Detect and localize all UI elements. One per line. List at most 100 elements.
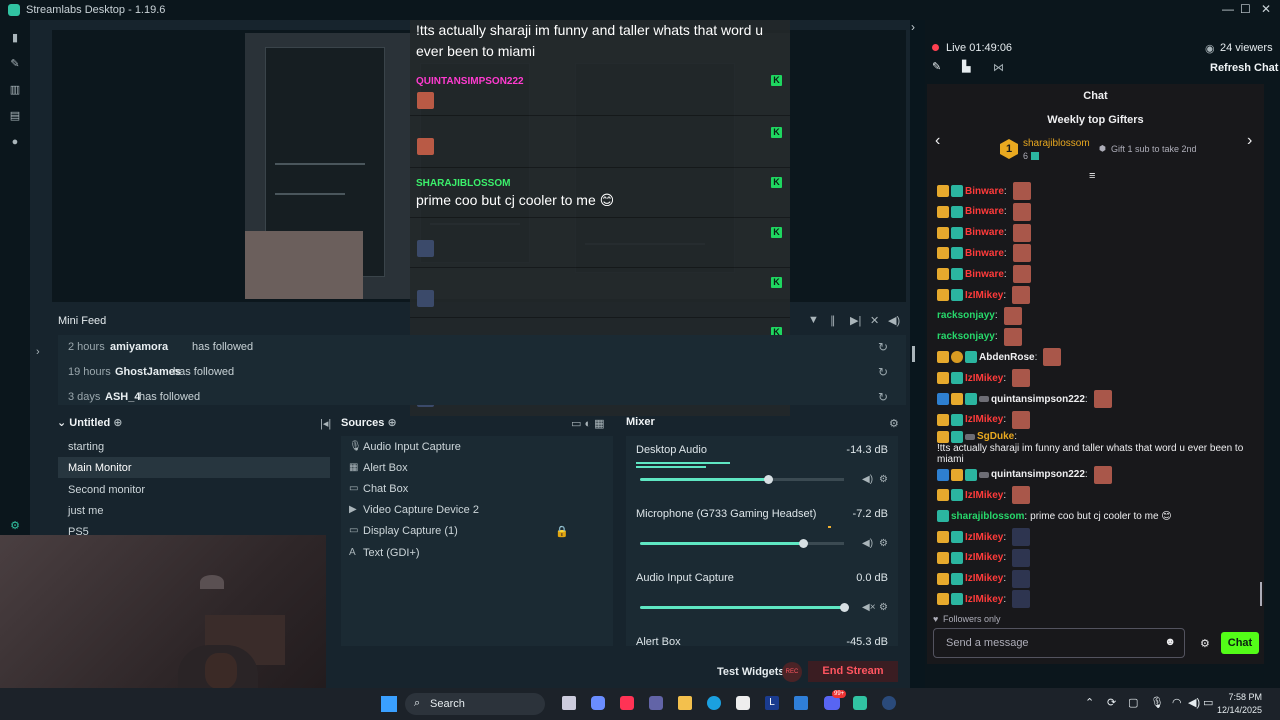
scene-item[interactable]: just me	[58, 500, 330, 521]
source-item[interactable]: ▭ Chat Box	[343, 479, 613, 500]
chat-scrollbar[interactable]	[1260, 582, 1262, 606]
replay-icon[interactable]: ↻	[878, 340, 888, 354]
replay-icon[interactable]: ↻	[878, 390, 888, 404]
source-item[interactable]: A Text (GDI+)	[343, 543, 613, 564]
speaker-icon[interactable]: ◀)	[862, 474, 873, 485]
chat-username[interactable]: IzIMikey	[965, 373, 1003, 384]
expand-chevron-icon[interactable]: ›	[36, 346, 40, 358]
help-icon[interactable]: ⚙	[9, 520, 21, 532]
recordings-icon[interactable]: ●	[9, 136, 21, 148]
volume-icon[interactable]: ◀)	[888, 314, 900, 327]
editor-icon[interactable]: ▮	[9, 32, 21, 44]
slider-knob[interactable]	[840, 603, 849, 612]
chat-username[interactable]: sharajiblossom	[951, 511, 1024, 522]
scene-item-selected[interactable]: Main Monitor	[58, 457, 330, 478]
tray-app-icon[interactable]: ▢	[1128, 696, 1138, 709]
channel-settings-icon[interactable]: ⚙	[879, 474, 888, 485]
source-item[interactable]: ▭ Display Capture (1) 🔒	[343, 521, 613, 542]
scenes-dropdown[interactable]: ⌄ Untitled ⊕	[57, 416, 123, 429]
send-message-input[interactable]: Send a message ☻	[933, 628, 1185, 658]
slider-knob[interactable]	[764, 475, 773, 484]
add-scene-icon[interactable]: ⊕	[113, 417, 122, 429]
test-widgets-button[interactable]: Test Widgets	[717, 666, 785, 678]
source-item[interactable]: 🎙 Audio Input Capture	[343, 437, 613, 458]
channel-settings-icon[interactable]: ⚙	[879, 602, 888, 613]
chat-username[interactable]: IzIMikey	[965, 573, 1003, 584]
chat-username[interactable]: quintansimpson222	[991, 469, 1085, 480]
streamlabs-taskbar-icon[interactable]	[853, 696, 867, 710]
store-app-icon[interactable]	[736, 696, 750, 710]
speaker-tray-icon[interactable]: ◀)	[1188, 696, 1200, 709]
themes-icon[interactable]: ✎	[9, 58, 21, 70]
edge-icon[interactable]	[707, 696, 721, 710]
chat-username[interactable]: racksonjayy	[937, 310, 995, 321]
microphone-tray-icon[interactable]: 🎙	[1150, 696, 1164, 709]
chat-username[interactable]: IzIMikey	[965, 414, 1003, 425]
chat-username[interactable]: IzIMikey	[965, 532, 1003, 543]
lock-icon[interactable]: 🔒	[555, 525, 569, 538]
speaker-muted-icon[interactable]: ◀×	[862, 602, 876, 613]
skip-icon[interactable]: ▶|	[850, 314, 861, 327]
chat-username[interactable]: IzIMikey	[965, 290, 1003, 301]
task-view-icon[interactable]	[562, 696, 576, 710]
sync-icon[interactable]: ⟳	[1107, 696, 1116, 709]
panel-resize-handle[interactable]	[912, 346, 915, 362]
chat-username[interactable]: Binware	[965, 227, 1004, 238]
chat-username[interactable]: Binware	[965, 248, 1004, 259]
volume-slider[interactable]	[640, 542, 844, 545]
scene-item[interactable]: starting	[58, 436, 330, 457]
source-settings-icon[interactable]: ▭ ◐ ▦	[571, 417, 605, 430]
collapse-chevron-icon[interactable]: ›	[911, 20, 915, 34]
chat-username[interactable]: AbdenRose	[979, 352, 1035, 363]
slider-knob[interactable]	[799, 539, 808, 548]
chat-username[interactable]: IzIMikey	[965, 490, 1003, 501]
chat-username[interactable]: IzIMikey	[965, 552, 1003, 563]
source-item[interactable]: ▶ Video Capture Device 2	[343, 500, 613, 521]
filter-icon[interactable]: ▼	[808, 314, 819, 326]
scene-item[interactable]: Second monitor	[58, 479, 330, 500]
chat-username[interactable]: SgDuke	[977, 431, 1014, 442]
taskbar-search[interactable]: ⌕ Search	[405, 693, 545, 715]
clock-time[interactable]: 7:58 PM	[1228, 692, 1262, 702]
teams-icon[interactable]	[649, 696, 663, 710]
discord-icon[interactable]	[824, 696, 840, 710]
chat-username[interactable]: racksonjayy	[937, 331, 995, 342]
mixer-settings-icon[interactable]: ⚙	[889, 417, 899, 430]
close-icon[interactable]: ✕	[1261, 2, 1271, 16]
windows-start-icon[interactable]	[381, 696, 397, 712]
clock-date[interactable]: 12/14/2025	[1212, 705, 1262, 715]
mute-alerts-icon[interactable]: ✕	[870, 314, 879, 327]
share-icon[interactable]: ⋈	[993, 61, 1004, 74]
scene-transition-icon[interactable]: |◂|	[320, 417, 331, 430]
chat-username[interactable]: Binware	[965, 186, 1004, 197]
rec-button[interactable]: REC	[782, 662, 802, 682]
steam-icon[interactable]	[882, 696, 896, 710]
end-stream-button[interactable]: End Stream	[808, 661, 898, 682]
dashboard-icon[interactable]: ▙	[962, 60, 970, 73]
refresh-chat-button[interactable]: Refresh Chat	[1210, 62, 1278, 74]
file-explorer-icon[interactable]	[678, 696, 692, 710]
volume-slider[interactable]	[640, 478, 844, 481]
chat-username[interactable]: IzIMikey	[965, 594, 1003, 605]
emote-picker-icon[interactable]: ☻	[1164, 636, 1176, 648]
edit-icon[interactable]: ✎	[932, 60, 941, 73]
tray-chevron-icon[interactable]: ⌃	[1085, 696, 1094, 709]
l-app-icon[interactable]: L	[765, 696, 779, 710]
next-chevron-icon[interactable]: ›	[1247, 132, 1252, 150]
chat-username[interactable]: Binware	[965, 269, 1004, 280]
chat-send-button[interactable]: Chat	[1221, 632, 1259, 654]
prev-chevron-icon[interactable]: ‹	[935, 132, 940, 150]
visual-app-icon[interactable]	[794, 696, 808, 710]
store-icon[interactable]: ▥	[9, 84, 21, 96]
replay-icon[interactable]: ↻	[878, 365, 888, 379]
music-app-icon[interactable]	[620, 696, 634, 710]
wifi-icon[interactable]: ◠	[1172, 696, 1182, 709]
source-item[interactable]: ▦ Alert Box	[343, 458, 613, 479]
minimize-icon[interactable]: —	[1222, 2, 1234, 16]
studio-mode-icon[interactable]: ▤	[9, 110, 21, 122]
volume-slider[interactable]	[640, 606, 844, 609]
pause-icon[interactable]: ∥	[830, 314, 836, 327]
chat-settings-icon[interactable]: ⚙	[1200, 637, 1210, 650]
copilot-icon[interactable]	[591, 696, 605, 710]
add-source-icon[interactable]: ⊕	[387, 417, 396, 429]
